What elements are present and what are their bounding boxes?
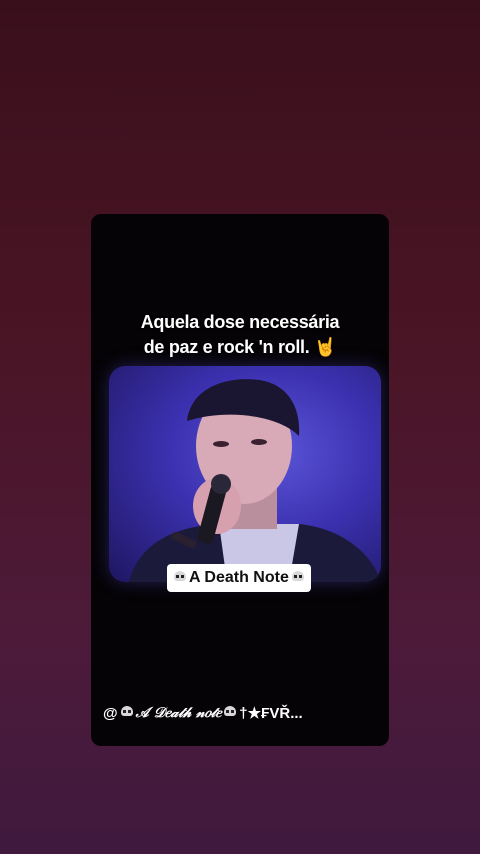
author-mention[interactable]: @ 𝒜 𝒟𝑒𝒶𝓉𝒽 𝓃𝑜𝓉𝑒 †★₣VŘ... <box>103 704 383 723</box>
tag-label: A Death Note <box>189 569 289 586</box>
story-caption: Aquela dose necessária de paz e rock 'n … <box>91 310 389 360</box>
skull-icon <box>223 706 237 720</box>
author-name: 𝒜 𝒟𝑒𝒶𝓉𝒽 𝓃𝑜𝓉𝑒 <box>135 705 222 721</box>
video-frame[interactable] <box>109 366 381 582</box>
at-sign: @ <box>103 704 118 722</box>
caption-line-1: Aquela dose necessária <box>140 312 340 332</box>
skull-icon <box>291 571 305 585</box>
singer-image <box>129 379 381 582</box>
story-card[interactable]: Aquela dose necessária de paz e rock 'n … <box>91 214 389 746</box>
author-suffix: †★₣VŘ... <box>239 705 303 722</box>
caption-line-2: de paz e rock 'n roll. 🤘 <box>143 337 337 357</box>
skull-icon <box>173 571 187 585</box>
sticker-tag[interactable]: A Death Note <box>167 564 311 592</box>
skull-icon <box>120 706 134 720</box>
